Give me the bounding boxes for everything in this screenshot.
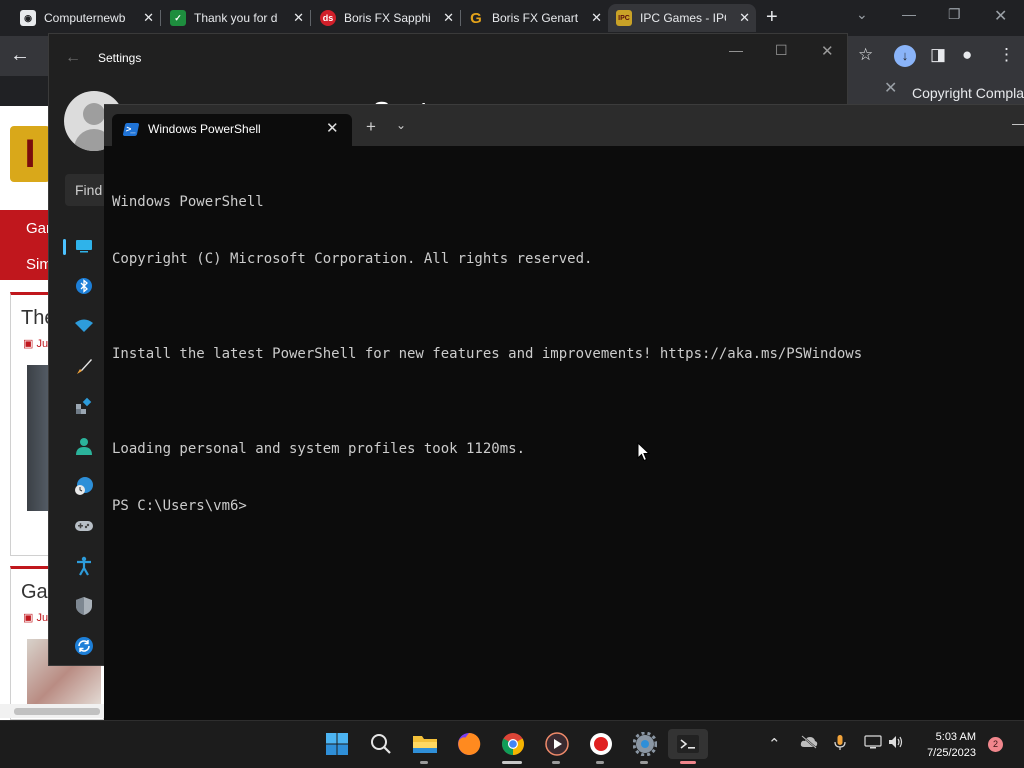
find-bar: ✕ Copyright Compla (848, 76, 1024, 106)
clock-date: 7/25/2023 (927, 747, 976, 759)
personalization-icon[interactable] (73, 355, 95, 377)
restore-icon[interactable]: ❐ (948, 6, 961, 23)
tab-title: Thank you for d (194, 11, 278, 25)
media-player-icon[interactable] (542, 729, 572, 759)
close-icon[interactable]: ✕ (821, 42, 834, 60)
browser-tabstrip: ◉ Computernewb ✕ ✓ Thank you for d ✕ ds … (0, 0, 1024, 36)
network-status-icon[interactable] (864, 735, 882, 753)
running-indicator (502, 761, 522, 764)
genarts-favicon-icon: G (470, 9, 482, 27)
system-icon[interactable] (73, 235, 95, 257)
minimize-icon[interactable]: — (1012, 115, 1024, 131)
active-indicator (680, 761, 696, 764)
gaming-icon[interactable] (73, 515, 95, 537)
terminal-line: Copyright (C) Microsoft Corporation. All… (112, 251, 593, 267)
mouse-cursor-icon (637, 442, 651, 462)
terminal-line: Install the latest PowerShell for new fe… (112, 346, 863, 362)
clock-time: 5:03 AM (935, 731, 976, 743)
menu-dots-icon[interactable]: ⋮ (998, 45, 1015, 65)
chrome-icon[interactable] (498, 729, 528, 759)
file-explorer-icon[interactable] (410, 729, 440, 759)
tab-title: Boris FX Sapphi (344, 11, 430, 25)
notification-badge[interactable]: 2 (988, 737, 1003, 752)
close-icon[interactable]: ✕ (591, 10, 602, 26)
close-icon[interactable]: ✕ (994, 6, 1007, 26)
browser-tab[interactable]: G Boris FX Genart ✕ (460, 4, 608, 32)
terminal-window: >_ Windows PowerShell ✕ + ⌄ — Windows Po… (104, 104, 1024, 720)
back-arrow-icon[interactable]: ← (65, 49, 81, 67)
terminal-icon[interactable] (668, 729, 708, 759)
onedrive-offline-icon[interactable] (800, 735, 818, 753)
desktop: ◉ Computernewb ✕ ✓ Thank you for d ✕ ds … (0, 0, 1024, 768)
download-icon[interactable]: ↓ (894, 45, 916, 67)
privacy-security-icon[interactable] (73, 595, 95, 617)
new-tab-icon[interactable]: + (766, 6, 778, 29)
new-tab-icon[interactable]: + (366, 117, 376, 137)
microphone-icon[interactable] (834, 735, 846, 755)
tab-title: Boris FX Genart (492, 11, 578, 25)
maximize-icon[interactable]: ☐ (775, 42, 788, 59)
apps-icon[interactable] (73, 395, 95, 417)
search-icon[interactable] (366, 729, 396, 759)
close-icon[interactable]: ✕ (326, 119, 339, 137)
terminal-line: Windows PowerShell (112, 194, 264, 210)
accounts-icon[interactable] (73, 435, 95, 457)
terminal-tab[interactable]: >_ Windows PowerShell ✕ (112, 114, 352, 146)
browser-tab[interactable]: ✓ Thank you for d ✕ (162, 4, 311, 32)
record-icon[interactable] (586, 729, 616, 759)
close-icon[interactable]: ✕ (443, 10, 454, 26)
start-icon[interactable] (322, 729, 352, 759)
terminal-tabbar: >_ Windows PowerShell ✕ + ⌄ — (104, 105, 1024, 146)
settings-icon[interactable] (630, 729, 660, 759)
profile-icon[interactable]: ● (962, 45, 972, 65)
tab-title: Windows PowerShell (148, 122, 261, 136)
ds-favicon-icon: ds (320, 10, 336, 26)
terminal-line: Loading personal and system profiles too… (112, 441, 526, 457)
running-indicator (420, 761, 428, 764)
computernewb-favicon-icon: ◉ (20, 10, 36, 26)
accessibility-icon[interactable] (73, 555, 95, 577)
time-language-icon[interactable] (73, 475, 95, 497)
close-icon[interactable]: ✕ (884, 78, 897, 98)
windows-update-icon[interactable] (73, 635, 95, 657)
minimize-icon[interactable]: — (902, 6, 916, 22)
system-clock[interactable]: 5:03 AM 7/25/2023 (918, 729, 976, 761)
side-panel-icon[interactable]: ◨ (930, 45, 946, 65)
close-icon[interactable]: ✕ (293, 10, 304, 26)
network-icon[interactable] (73, 315, 95, 337)
terminal-prompt: PS C:\Users\vm6> (112, 498, 247, 514)
chevron-down-icon[interactable]: ⌄ (396, 118, 406, 132)
running-indicator (552, 761, 560, 764)
close-icon[interactable]: ✕ (739, 10, 750, 26)
running-indicator (640, 761, 648, 764)
bluetooth-icon[interactable] (73, 275, 95, 297)
powershell-icon: >_ (122, 123, 140, 136)
minimize-icon[interactable]: — (729, 42, 743, 58)
browser-tab[interactable]: ds Boris FX Sapphi ✕ (312, 4, 461, 32)
chevron-up-icon[interactable]: ⌃ (768, 735, 781, 753)
settings-title: Settings (98, 51, 142, 65)
card-date: ▣ Ju (23, 338, 49, 350)
running-indicator (596, 761, 604, 764)
nav-selection-indicator (63, 239, 66, 255)
close-icon[interactable]: ✕ (143, 10, 154, 26)
tab-title: Computernewb (44, 11, 126, 25)
back-arrow-icon[interactable]: ← (10, 44, 30, 67)
card-date: ▣ Ju (23, 612, 49, 624)
firefox-icon[interactable] (454, 729, 484, 759)
horizontal-scrollbar[interactable] (0, 704, 104, 718)
tab-search-icon[interactable]: ⌄ (856, 6, 868, 23)
bookmark-star-icon[interactable]: ☆ (858, 45, 873, 65)
find-bar-text: Copyright Compla (912, 85, 1024, 101)
taskbar: ⌃ 5:03 AM 7/25/2023 2 (0, 720, 1024, 768)
ipc-logo: I (10, 126, 50, 182)
terminal-output[interactable]: Windows PowerShell Copyright (C) Microso… (112, 155, 1012, 554)
tab-title: IPC Games - IPC (640, 11, 726, 25)
volume-icon[interactable] (888, 735, 904, 753)
browser-tab-active[interactable]: IPC IPC Games - IPC ✕ (608, 4, 756, 32)
ipc-favicon-icon: IPC (616, 10, 632, 26)
checkmark-favicon-icon: ✓ (170, 10, 186, 26)
browser-tab[interactable]: ◉ Computernewb ✕ (12, 4, 161, 32)
